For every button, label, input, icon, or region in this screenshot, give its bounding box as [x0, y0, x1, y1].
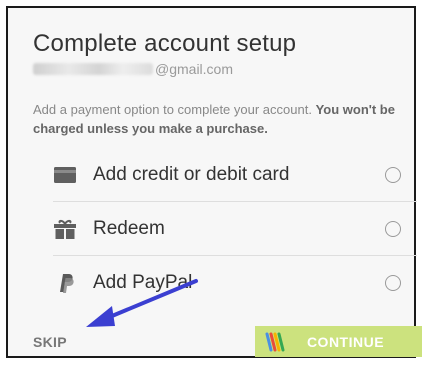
redacted-email-name: [33, 63, 153, 75]
email-domain: @gmail.com: [155, 61, 234, 77]
option-add-card[interactable]: Add credit or debit card: [53, 148, 417, 202]
dialog-footer: SKIP CONTINUE: [8, 326, 422, 360]
paypal-icon: [53, 271, 77, 295]
skip-button[interactable]: SKIP: [33, 334, 67, 350]
radio-redeem[interactable]: [385, 220, 401, 237]
continue-button[interactable]: CONTINUE: [255, 326, 422, 357]
description-plain: Add a payment option to complete your ac…: [33, 102, 312, 117]
credit-card-icon: [53, 163, 77, 187]
option-redeem[interactable]: Redeem: [53, 202, 417, 256]
gift-icon: [53, 217, 77, 241]
option-label: Add PayPal: [93, 272, 193, 293]
google-wallet-icon: [265, 332, 285, 351]
radio-add-card[interactable]: [385, 166, 401, 183]
dialog-description: Add a payment option to complete your ac…: [33, 100, 403, 138]
option-paypal[interactable]: Add PayPal: [53, 256, 417, 310]
account-setup-dialog: Complete account setup @gmail.com Add a …: [6, 6, 422, 360]
option-label: Add credit or debit card: [93, 163, 290, 185]
option-label: Redeem: [93, 217, 165, 239]
dialog-header: Complete account setup @gmail.com: [33, 30, 398, 78]
continue-label: CONTINUE: [306, 333, 385, 350]
payment-options-list: Add credit or debit card Redeem Add PayP…: [53, 148, 417, 310]
dialog-title: Complete account setup: [33, 30, 297, 57]
radio-paypal[interactable]: [385, 275, 401, 291]
account-email: @gmail.com: [33, 60, 398, 78]
